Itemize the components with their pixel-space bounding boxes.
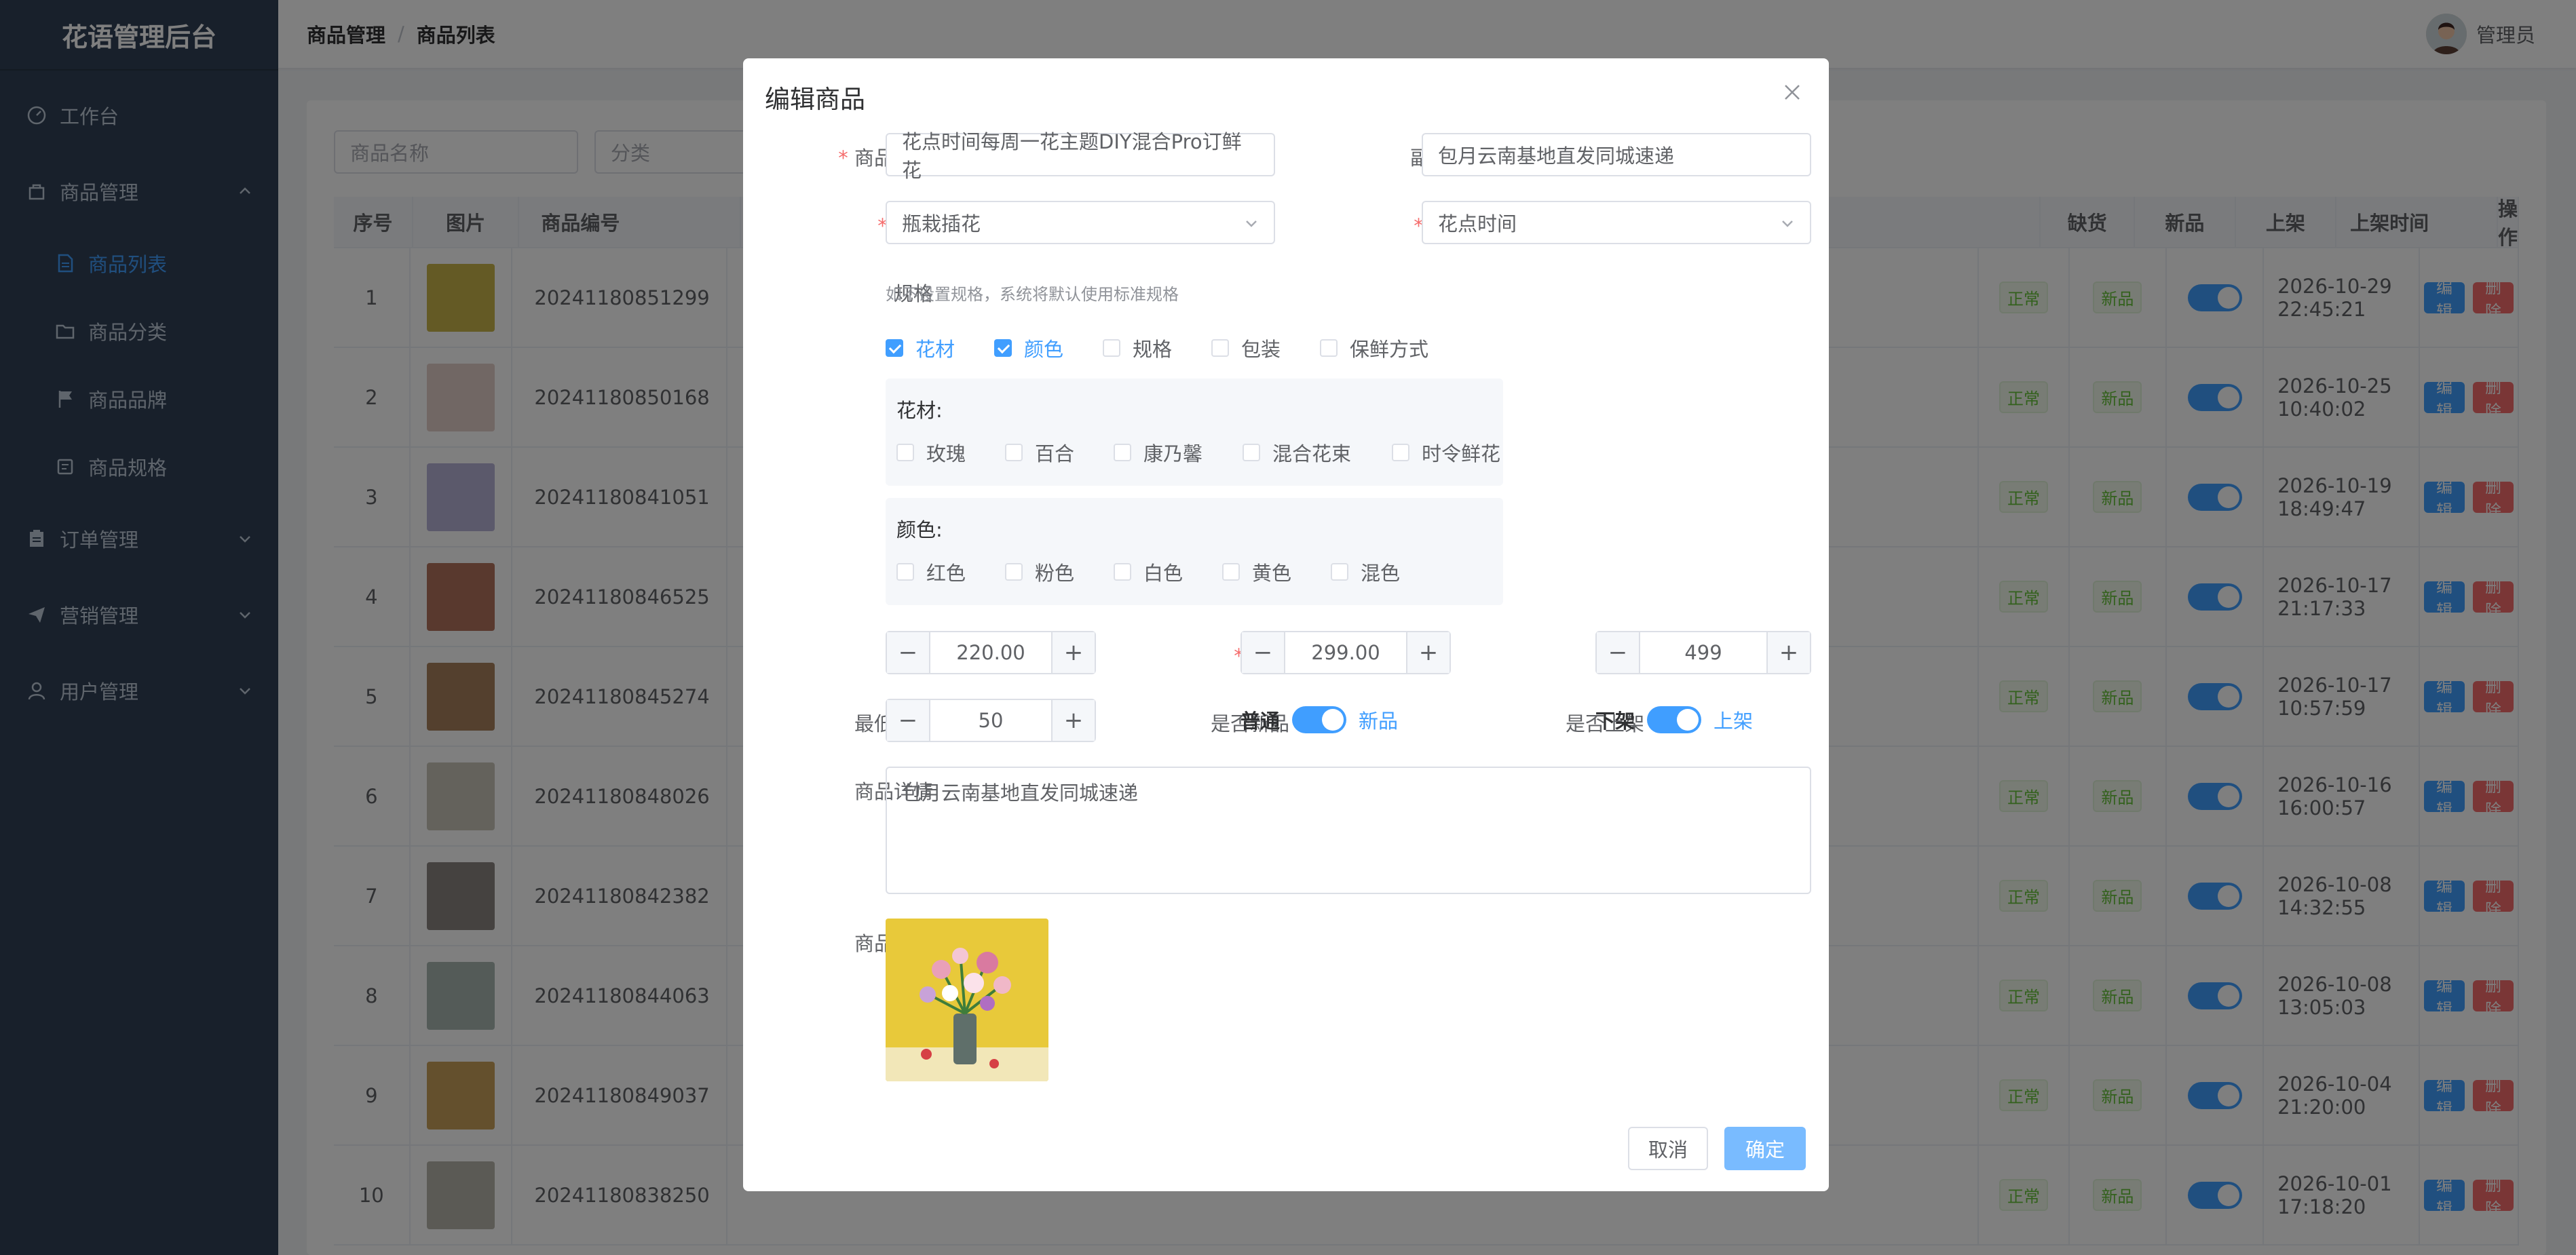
price-value[interactable]: 299.00 [1285, 632, 1406, 673]
increase-button[interactable]: + [1766, 632, 1810, 673]
checkbox-box[interactable] [1005, 444, 1023, 461]
switch-on-label: 新品 [1359, 710, 1399, 733]
switch-on-label: 上架 [1713, 710, 1754, 733]
checkbox[interactable]: 时令鲜花 [1392, 438, 1500, 467]
switch-off-label: 下架 [1595, 710, 1635, 733]
close-icon[interactable] [1780, 80, 1804, 104]
min-stock-stepper[interactable]: − 50 + [886, 699, 1096, 742]
checkbox-box[interactable] [1320, 339, 1338, 357]
stock-stepper[interactable]: − 499 + [1595, 631, 1811, 674]
checkbox[interactable]: 玫瑰 [896, 438, 966, 467]
material-title: 花材: [896, 399, 943, 422]
checkbox-box[interactable] [1243, 444, 1260, 461]
checkbox-box[interactable] [896, 563, 914, 581]
checkbox-box[interactable] [1005, 563, 1023, 581]
subtitle-field[interactable]: 包月云南基地直发同城速递 [1422, 133, 1811, 176]
spec-hint: 如不设置规格，系统将默认使用标准规格 [886, 285, 1179, 304]
checkbox-label: 混合花束 [1272, 442, 1352, 465]
checkbox-box[interactable] [1103, 339, 1120, 357]
price-stepper[interactable]: − 299.00 + [1240, 631, 1451, 674]
name-value: 花点时间每周一花主题DIY混合Pro订鲜花 [902, 130, 1242, 182]
material-panel: 花材: 玫瑰 百合 康乃馨 混合花束 时令鲜花 [886, 379, 1503, 486]
checkbox[interactable]: 混合花束 [1243, 438, 1351, 467]
checkbox[interactable]: 红色 [896, 558, 966, 586]
brand-value: 花点时间 [1438, 212, 1517, 235]
checkbox-box[interactable] [1114, 563, 1131, 581]
checkbox-label: 混色 [1361, 562, 1401, 585]
brand-select[interactable]: 花点时间 [1422, 201, 1811, 244]
decrease-button[interactable]: − [1242, 632, 1285, 673]
increase-button[interactable]: + [1051, 700, 1095, 741]
checkbox-box[interactable] [1392, 444, 1409, 461]
checkbox-label: 规格 [1133, 338, 1173, 361]
increase-button[interactable]: + [1051, 632, 1095, 673]
checkbox-label: 颜色 [1024, 338, 1064, 361]
name-field[interactable]: 花点时间每周一花主题DIY混合Pro订鲜花 [886, 130, 1275, 182]
checkbox[interactable]: 百合 [1005, 438, 1074, 467]
checkbox-label: 百合 [1035, 442, 1075, 465]
chevron-down-icon [1246, 220, 1257, 227]
checkbox-label: 红色 [926, 562, 966, 585]
checkbox[interactable]: 花材 [886, 334, 955, 362]
detail-textarea[interactable]: 包月云南基地直发同城速递 [886, 767, 1811, 894]
switch-off-label: 普通 [1240, 710, 1281, 733]
dialog-title: 编辑商品 [765, 85, 865, 114]
cost-stepper[interactable]: − 220.00 + [886, 631, 1096, 674]
min-stock-value[interactable]: 50 [930, 700, 1051, 741]
product-image[interactable] [886, 919, 1048, 1081]
checkbox[interactable]: 混色 [1331, 558, 1400, 586]
stock-value[interactable]: 499 [1640, 632, 1766, 673]
checkbox-box[interactable] [994, 339, 1012, 357]
checkbox-label: 白色 [1143, 562, 1183, 585]
checkbox-label: 黄色 [1252, 562, 1292, 585]
checkbox[interactable]: 黄色 [1222, 558, 1291, 586]
checkbox-label: 粉色 [1035, 562, 1075, 585]
confirm-button[interactable]: 确定 [1724, 1127, 1806, 1170]
checkbox[interactable]: 白色 [1114, 558, 1183, 586]
increase-button[interactable]: + [1406, 632, 1450, 673]
checkbox-label: 时令鲜花 [1422, 442, 1501, 465]
decrease-button[interactable]: − [887, 632, 930, 673]
checkbox-box[interactable] [896, 444, 914, 461]
color-panel: 颜色: 红色 粉色 白色 黄色 混色 [886, 498, 1503, 605]
color-title: 颜色: [896, 518, 943, 541]
checkbox-box[interactable] [1114, 444, 1131, 461]
checkbox[interactable]: 粉色 [1005, 558, 1074, 586]
chevron-down-icon [1782, 220, 1793, 227]
decrease-button[interactable]: − [1597, 632, 1640, 673]
checkbox-box[interactable] [1222, 563, 1240, 581]
on-shelf-switch[interactable]: 下架 上架 [1595, 706, 1753, 734]
subtitle-value: 包月云南基地直发同城速递 [1438, 144, 1675, 168]
checkbox-label: 玫瑰 [926, 442, 966, 465]
checkbox-label: 康乃馨 [1143, 442, 1203, 465]
category-select[interactable]: 瓶栽插花 [886, 201, 1275, 244]
checkbox-label: 包装 [1241, 338, 1281, 361]
checkbox-box[interactable] [1331, 563, 1348, 581]
is-new-switch[interactable]: 普通 新品 [1240, 706, 1398, 734]
toggle-switch[interactable] [1292, 706, 1347, 733]
checkbox[interactable]: 包装 [1211, 334, 1281, 362]
checkbox[interactable]: 康乃馨 [1114, 438, 1202, 467]
checkbox[interactable]: 颜色 [994, 334, 1063, 362]
decrease-button[interactable]: − [887, 700, 930, 741]
toggle-switch[interactable] [1647, 706, 1702, 733]
checkbox-label: 保鲜方式 [1350, 338, 1429, 361]
checkbox-box[interactable] [1211, 339, 1229, 357]
checkbox[interactable]: 规格 [1103, 334, 1172, 362]
cancel-button[interactable]: 取消 [1628, 1127, 1708, 1170]
checkbox[interactable]: 保鲜方式 [1320, 334, 1428, 362]
edit-product-dialog: 编辑商品 商品名称 花点时间每周一花主题DIY混合Pro订鲜花 副标题 包月云南… [743, 58, 1829, 1191]
checkbox-box[interactable] [886, 339, 903, 357]
category-value: 瓶栽插花 [902, 212, 981, 235]
cost-value[interactable]: 220.00 [930, 632, 1051, 673]
checkbox-label: 花材 [915, 338, 955, 361]
